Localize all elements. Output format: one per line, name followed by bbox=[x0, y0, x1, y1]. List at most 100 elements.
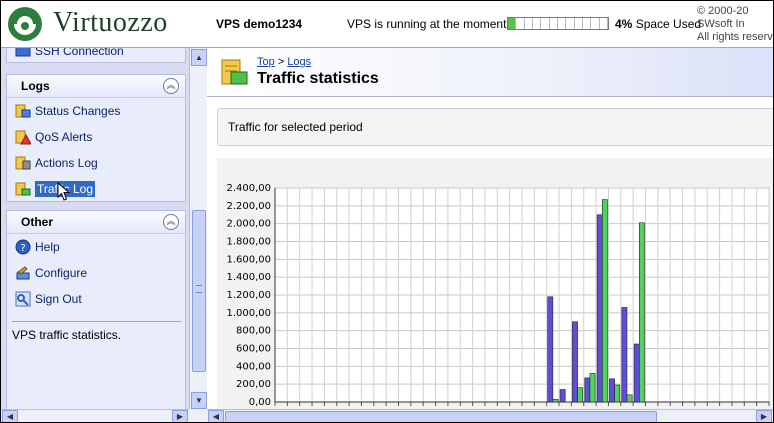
space-meter-segment bbox=[525, 18, 533, 29]
other-panel-header: Other ︽ bbox=[7, 211, 185, 234]
traffic-bar-series-1 bbox=[621, 307, 628, 403]
y-tick-label: 0,00 bbox=[249, 397, 271, 408]
space-label: Space Used bbox=[635, 17, 702, 31]
sidebar-item-label: Sign Out bbox=[35, 292, 82, 306]
y-tick-label: 2.400,00 bbox=[226, 183, 271, 194]
y-tick-label: 1.800,00 bbox=[226, 237, 271, 248]
mouse-cursor-icon bbox=[57, 182, 71, 201]
sidebar-item-status-changes[interactable]: Status Changes bbox=[15, 102, 120, 120]
y-tick-label: 2.200,00 bbox=[226, 201, 271, 212]
space-percent: 4% bbox=[615, 17, 633, 31]
scroll-right-icon[interactable]: ▶ bbox=[172, 410, 188, 422]
traffic-bar-series-1 bbox=[547, 296, 554, 403]
main-horizontal-scrollbar[interactable]: ◀ ▶ bbox=[207, 409, 773, 422]
y-tick-label: 1.000,00 bbox=[226, 308, 271, 319]
connections-panel-partial: SSH Connection bbox=[6, 48, 186, 63]
traffic-bar-series-2 bbox=[589, 373, 596, 403]
sidebar-item-ssh-connection[interactable]: SSH Connection bbox=[15, 48, 124, 60]
sidebar-item-label: QoS Alerts bbox=[35, 130, 93, 144]
breadcrumb-logs-link[interactable]: Logs bbox=[287, 56, 311, 68]
sidebar-horizontal-scrollbar[interactable]: ◀ ▶ bbox=[1, 409, 189, 422]
browser-frame: Virtuozzo VPS demo1234 VPS is running at… bbox=[0, 0, 774, 423]
traffic-bar-series-2 bbox=[601, 199, 608, 403]
traffic-chart: 0,00 200,00 400,00 600,00 800,00 1.000,00 1.20… bbox=[226, 183, 770, 408]
logs-panel-header: Logs ︽ bbox=[7, 75, 185, 98]
space-meter-segment bbox=[550, 18, 558, 29]
other-panel: Other ︽ ? Help Configure Sign Out VPS tr… bbox=[6, 210, 186, 409]
copyright-line-2: SWsoft In bbox=[697, 18, 745, 30]
traffic-bar-series-1 bbox=[633, 343, 640, 403]
y-tick-label: 1.200,00 bbox=[226, 290, 271, 301]
ssh-icon bbox=[15, 48, 31, 59]
space-meter-segment bbox=[591, 18, 600, 29]
sidebar-item-label: Actions Log bbox=[35, 156, 98, 170]
traffic-bar-series-1 bbox=[584, 377, 591, 403]
configure-icon bbox=[15, 265, 31, 281]
copyright: © 2000-20 SWsoft In All rights reserv bbox=[697, 5, 773, 44]
status-changes-icon bbox=[15, 103, 31, 119]
space-meter-segment bbox=[558, 18, 567, 29]
y-tick-label: 800,00 bbox=[236, 326, 271, 337]
sidebar-item-actions-log[interactable]: Actions Log bbox=[15, 154, 98, 172]
breadcrumb: Top > Logs bbox=[257, 56, 311, 68]
other-panel-title: Other bbox=[21, 215, 54, 229]
space-meter-segment bbox=[566, 18, 575, 29]
space-meter-segment bbox=[541, 18, 550, 29]
period-label: Traffic for selected period bbox=[228, 120, 363, 134]
help-icon: ? bbox=[15, 239, 31, 255]
collapse-logs-icon[interactable]: ︽ bbox=[163, 78, 179, 94]
copyright-line-3: All rights reserv bbox=[697, 31, 773, 43]
main-horizontal-scroll-thumb[interactable] bbox=[225, 411, 657, 422]
logs-panel: Logs ︽ Status Changes QoS Alerts Actions… bbox=[6, 74, 186, 202]
logs-panel-title: Logs bbox=[21, 79, 50, 93]
traffic-bar-series-1 bbox=[572, 321, 578, 403]
sidebar-item-traffic-log[interactable]: Traffic Log bbox=[15, 180, 96, 198]
traffic-bar-series-1 bbox=[596, 214, 603, 403]
scroll-up-icon[interactable]: ▲ bbox=[191, 49, 207, 66]
main-scroll-left-icon[interactable]: ◀ bbox=[208, 410, 224, 422]
traffic-bar-series-1 bbox=[559, 389, 566, 403]
main-content: Top > Logs Traffic statistics Traffic fo… bbox=[207, 48, 773, 409]
top-header: Virtuozzo VPS demo1234 VPS is running at… bbox=[1, 1, 773, 48]
traffic-bar-series-2 bbox=[577, 387, 584, 403]
sidebar-vertical-scrollbar[interactable]: ▲ ▼ bbox=[189, 48, 207, 409]
traffic-bar-series-2 bbox=[639, 222, 645, 403]
y-tick-label: 600,00 bbox=[236, 344, 271, 355]
main-scroll-right-icon[interactable]: ▶ bbox=[756, 410, 772, 422]
space-used: 4% Space Used bbox=[615, 17, 701, 31]
sidebar-item-label: SSH Connection bbox=[35, 48, 124, 58]
sidebar-item-qos-alerts[interactable]: QoS Alerts bbox=[15, 128, 92, 146]
period-panel: Traffic for selected period bbox=[217, 108, 773, 146]
space-meter-segment bbox=[516, 18, 525, 29]
space-meter-segment bbox=[583, 18, 592, 29]
space-meter-segment bbox=[508, 18, 517, 29]
sidebar: SSH Connection Logs ︽ Status Changes QoS… bbox=[1, 48, 189, 409]
scroll-left-icon[interactable]: ◀ bbox=[2, 410, 18, 422]
breadcrumb-separator: > bbox=[277, 56, 285, 68]
sidebar-item-label: Help bbox=[35, 240, 60, 254]
sign-out-key-icon bbox=[15, 291, 31, 307]
sidebar-item-label: Configure bbox=[35, 266, 88, 280]
traffic-log-icon bbox=[15, 181, 31, 197]
y-tick-label: 2.000,00 bbox=[226, 219, 271, 230]
vps-name: VPS demo1234 bbox=[216, 17, 303, 31]
vertical-scroll-thumb[interactable] bbox=[192, 210, 206, 372]
sidebar-description: VPS traffic statistics. bbox=[12, 321, 182, 342]
vps-status-text: VPS is running at the moment bbox=[347, 17, 507, 31]
scroll-down-icon[interactable]: ▼ bbox=[191, 392, 207, 409]
space-meter-segment bbox=[575, 18, 583, 29]
traffic-bar-series-1 bbox=[609, 378, 615, 403]
space-meter-segment bbox=[600, 18, 608, 29]
page-title: Traffic statistics bbox=[257, 70, 379, 87]
traffic-bar-series-2 bbox=[626, 394, 633, 403]
collapse-other-icon[interactable]: ︽ bbox=[163, 214, 179, 230]
virtuozzo-logo-icon bbox=[8, 7, 42, 41]
svg-text:?: ? bbox=[20, 243, 25, 254]
traffic-chart-container: 0,00 200,00 400,00 600,00 800,00 1.000,00 1.20… bbox=[217, 158, 773, 409]
copyright-line-1: © 2000-20 bbox=[697, 5, 749, 17]
sidebar-item-configure[interactable]: Configure bbox=[15, 264, 87, 282]
breadcrumb-top-link[interactable]: Top bbox=[257, 56, 275, 68]
sidebar-item-sign-out[interactable]: Sign Out bbox=[15, 290, 82, 308]
sidebar-item-help[interactable]: ? Help bbox=[15, 238, 60, 256]
traffic-bar-series-2 bbox=[552, 399, 559, 403]
